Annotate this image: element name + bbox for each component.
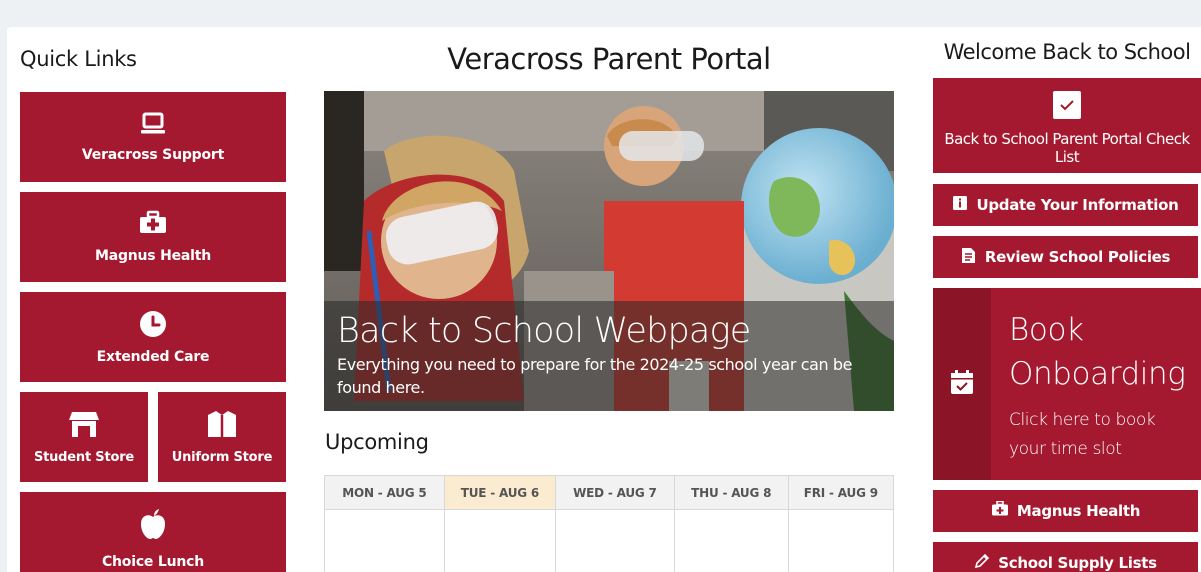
calendar-check-icon — [950, 369, 974, 400]
calendar-day-header[interactable]: FRI - AUG 9 — [787, 475, 895, 510]
update-information-button[interactable]: Update Your Information — [933, 184, 1198, 226]
apple-icon — [138, 508, 168, 540]
upcoming-title: Upcoming — [325, 430, 429, 454]
hero-subtitle: Everything you need to prepare for the 2… — [337, 355, 853, 397]
info-book-icon — [952, 195, 968, 215]
checklist-button[interactable]: Back to School Parent Portal Check List — [933, 78, 1201, 173]
magnus-health-button[interactable]: Magnus Health — [933, 490, 1198, 532]
checklist-label: Back to School Parent Portal Check List — [944, 129, 1190, 166]
school-supply-lists-label: School Supply Lists — [998, 554, 1157, 572]
review-policies-button[interactable]: Review School Policies — [933, 236, 1198, 278]
calendar-day-header[interactable]: WED - AUG 7 — [555, 475, 675, 510]
quick-link-magnus-health[interactable]: Magnus Health — [20, 192, 286, 282]
store-icon — [69, 410, 99, 438]
calendar-day-header[interactable]: THU - AUG 8 — [673, 475, 789, 510]
quick-link-label: Choice Lunch — [101, 554, 205, 570]
page-title: Veracross Parent Portal — [447, 42, 771, 76]
book-onboarding-card[interactable]: Book Onboarding Click here to book your … — [933, 288, 1201, 480]
quick-link-label: Uniform Store — [171, 449, 273, 465]
quick-link-veracross-support[interactable]: Veracross Support — [20, 92, 286, 182]
book-onboarding-icon-strip — [933, 288, 991, 480]
quick-link-choice-lunch[interactable]: Choice Lunch — [20, 492, 286, 572]
clock-icon — [138, 309, 168, 339]
quick-link-uniform-store[interactable]: Uniform Store — [158, 392, 286, 482]
quick-link-student-store[interactable]: Student Store — [20, 392, 148, 482]
medical-kit-icon — [991, 500, 1009, 521]
quick-link-extended-care[interactable]: Extended Care — [20, 292, 286, 382]
book-onboarding-subtitle: Click here to book your time slot — [1009, 410, 1156, 459]
laptop-icon — [139, 111, 167, 137]
upcoming-calendar: MON - AUG 5 TUE - AUG 6 WED - AUG 7 THU … — [324, 475, 895, 572]
hero-banner[interactable]: Back to School Webpage Everything you ne… — [324, 91, 894, 411]
calendar-day-cell — [673, 509, 789, 572]
calendar-day-header[interactable]: MON - AUG 5 — [324, 475, 445, 510]
update-information-label: Update Your Information — [976, 196, 1179, 214]
calendar-day-cell — [324, 509, 445, 572]
book-onboarding-title: Book Onboarding — [1009, 312, 1186, 392]
welcome-title: Welcome Back to School — [943, 40, 1191, 64]
review-policies-label: Review School Policies — [984, 248, 1171, 266]
hero-title: Back to School Webpage — [337, 311, 751, 351]
shirt-icon — [207, 410, 237, 438]
calendar-day-header-today[interactable]: TUE - AUG 6 — [443, 475, 557, 510]
calendar-day-cell — [443, 509, 557, 572]
quick-link-label: Student Store — [33, 449, 135, 465]
magnus-health-label: Magnus Health — [1016, 502, 1141, 520]
medical-kit-icon — [138, 210, 168, 238]
quick-link-label: Extended Care — [96, 349, 210, 365]
checkbox-icon — [1052, 90, 1082, 120]
calendar-day-cell — [555, 509, 675, 572]
quick-links-title: Quick Links — [20, 47, 137, 71]
quick-link-label: Veracross Support — [81, 147, 225, 163]
document-icon — [961, 247, 977, 268]
pencil-icon — [974, 553, 990, 572]
school-supply-lists-button[interactable]: School Supply Lists — [933, 542, 1198, 572]
calendar-day-cell — [787, 509, 895, 572]
quick-link-label: Magnus Health — [94, 248, 212, 264]
